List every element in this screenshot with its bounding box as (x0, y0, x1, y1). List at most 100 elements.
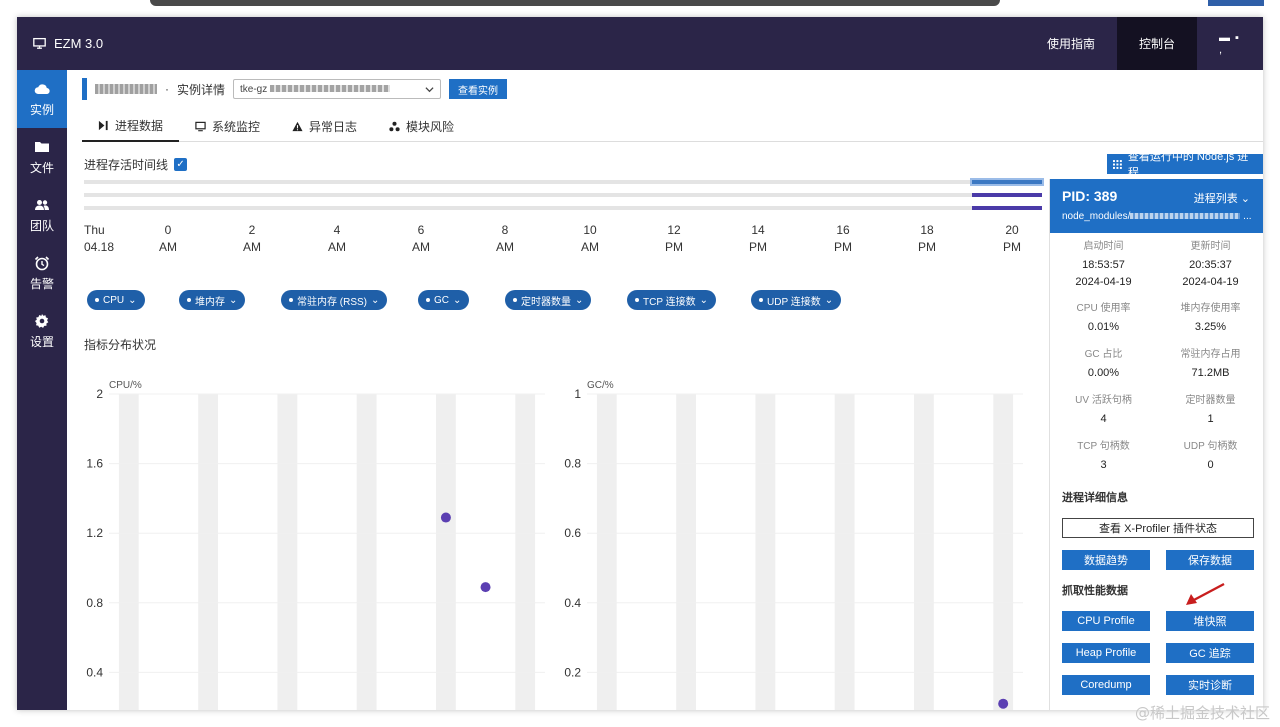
chart-band (993, 394, 1014, 710)
stat-value: 3.25% (1194, 321, 1227, 333)
detail-title: 进程详细信息 (1062, 492, 1128, 504)
tab-process-data[interactable]: 进程数据 (82, 110, 180, 142)
metric-pill-label: 常驻内存 (RSS) (297, 296, 367, 308)
timeline-tick-hour: 10 (583, 223, 597, 237)
timeline-tick: 16 PM (823, 222, 863, 256)
timeline-tick: 10 AM (570, 222, 610, 256)
timeline-tick-hour: 8 (501, 223, 509, 237)
stat-item: 更新时间 20:35:37 2024-04-19 (1157, 239, 1263, 290)
timeline-tick-period: AM (412, 240, 430, 254)
capture-title: 抓取性能数据 (1062, 585, 1128, 597)
brand[interactable]: EZM 3.0 (33, 17, 103, 70)
cpu-profile-button[interactable]: CPU Profile (1062, 611, 1150, 631)
metric-filter-pills: CPU ⌄ 堆内存 ⌄ 常驻内存 (RSS) ⌄ GC ⌄ 定时器数量 ⌄ TCP 连接数 ⌄ UDP … (67, 290, 1047, 312)
chart-band (198, 394, 218, 710)
sidebar-item-instance[interactable]: 实例 (17, 70, 67, 128)
metric-pill[interactable]: 常驻内存 (RSS) ⌄ (281, 290, 388, 310)
chart-y-tick-label: 1.6 (86, 457, 103, 471)
timeline-tick: 4 AM (317, 222, 357, 256)
timeline-tick: Thu 04.18 (84, 222, 124, 256)
metric-pill[interactable]: 堆内存 ⌄ (179, 290, 246, 310)
timeline-tick-period: PM (665, 240, 683, 254)
metric-pill[interactable]: CPU ⌄ (87, 290, 145, 310)
process-list-dropdown[interactable]: 进程列表 ⌄ (1194, 190, 1250, 206)
metric-pill-label: TCP 连接数 (643, 296, 696, 308)
sidebar-item-label: 设置 (29, 334, 54, 349)
instance-select[interactable]: tke-gz (233, 79, 441, 99)
stat-key: 启动时间 (1083, 241, 1124, 252)
timeline-tick: 6 AM (401, 222, 441, 256)
nav-console[interactable]: 控制台 (1116, 17, 1197, 70)
metric-pill[interactable]: UDP 连接数 ⌄ (751, 290, 842, 310)
chart-band (755, 394, 776, 710)
chart-y-tick-label: 2 (96, 387, 103, 401)
metric-pill[interactable]: GC ⌄ (418, 290, 470, 310)
chevron-down-icon: ⌄ (128, 294, 137, 306)
view-node-processes-button[interactable]: 查看运行中的 Node.js 进程 (1107, 151, 1263, 179)
stat-key: UDP 句柄数 (1183, 441, 1238, 452)
sidebar-item-team[interactable]: 团队 (17, 186, 67, 244)
heap-profile-button[interactable]: Heap Profile (1062, 643, 1150, 663)
timeline-process-bar[interactable] (970, 178, 1044, 186)
timeline-tick: 8 AM (485, 222, 525, 256)
save-data-button[interactable]: 保存数据 (1166, 550, 1254, 570)
process-panel-header: PID: 389 进程列表 ⌄ node_modules/ ... (1050, 179, 1263, 233)
sidebar-item-settings[interactable]: 设置 (17, 302, 67, 360)
chart-band (118, 394, 139, 710)
stat-value: 18:53:57 (1082, 259, 1125, 271)
main-content: · 实例详情 tke-gz 查看实例 进程数据 系统监控 异常日志 模块风险 进… (67, 70, 1263, 710)
sidebar-item-label: 团队 (29, 218, 54, 233)
gc-trace-button[interactable]: GC 追踪 (1166, 643, 1254, 663)
tab-module-risk[interactable]: 模块风险 (373, 110, 470, 142)
nav-guide[interactable]: 使用指南 (1025, 17, 1117, 70)
sidebar-item-label: 告警 (29, 276, 54, 291)
app-window: EZM 3.0 使用指南 控制台 ▬ ▪ , 实例 文件 团队 告警 设置 · … (17, 17, 1263, 710)
chart-y-tick-label: 0.8 (86, 596, 103, 610)
realtime-diagnosis-button[interactable]: 实时诊断 (1166, 675, 1254, 695)
tab-error-logs[interactable]: 异常日志 (276, 110, 373, 142)
stat-key: CPU 使用率 (1076, 303, 1131, 314)
coredump-button[interactable]: Coredump (1062, 675, 1150, 695)
page-title: 实例详情 (177, 82, 226, 97)
metric-pill-label: 定时器数量 (521, 296, 571, 308)
team-icon (35, 199, 49, 210)
stat-item: 常驻内存占用 71.2MB (1157, 347, 1263, 381)
data-trend-button[interactable]: 数据趋势 (1062, 550, 1150, 570)
process-path-text: node_modules/ (1062, 211, 1131, 222)
metric-pill[interactable]: 定时器数量 ⌄ (505, 290, 592, 310)
stat-value: 0 (1207, 459, 1214, 471)
chart-svg: 1 0.8 0.6 0.4 0.2 GC/% (564, 380, 1023, 710)
stat-value: 4 (1100, 413, 1107, 425)
distribution-title: 指标分布状况 (84, 338, 157, 352)
timeline-tick-period: AM (328, 240, 346, 254)
chart-band (914, 394, 934, 710)
lifeline-title: 进程存活时间线 (84, 158, 169, 172)
timeline-process-bar[interactable] (972, 193, 1042, 197)
heap-snapshot-button[interactable]: 堆快照 (1166, 611, 1254, 631)
chart-point[interactable] (998, 698, 1009, 709)
user-menu[interactable]: ▬ ▪ , (1197, 17, 1263, 70)
stat-key: 常驻内存占用 (1180, 349, 1241, 360)
stat-value-date: 2024-04-19 (1075, 276, 1132, 288)
stat-item: UV 活跃句柄 4 (1050, 393, 1157, 427)
metric-pill-label: 堆内存 (195, 296, 225, 308)
timeline-process-bar[interactable] (972, 206, 1042, 210)
sidebar-item-alarm[interactable]: 告警 (17, 244, 67, 302)
chart-point[interactable] (440, 512, 451, 523)
header-nav: 使用指南 控制台 ▬ ▪ , (1025, 17, 1263, 70)
lifeline-checkbox[interactable]: ✓ (174, 158, 188, 171)
xprofiler-status-button[interactable]: 查看 X-Profiler 插件状态 (1062, 518, 1254, 538)
sidebar-item-files[interactable]: 文件 (17, 128, 67, 186)
view-instance-button[interactable]: 查看实例 (449, 79, 507, 99)
annotation-arrow-icon (1186, 582, 1225, 605)
timeline-tick: 20 PM (992, 222, 1032, 256)
metric-pill[interactable]: TCP 连接数 ⌄ (627, 290, 716, 310)
timeline-tick: 18 PM (907, 222, 947, 256)
process-list-label: 进程列表 (1193, 193, 1238, 205)
stat-key: UV 活跃句柄 (1075, 395, 1132, 406)
sidebar-item-label: 实例 (29, 102, 54, 117)
pill-dot-icon (289, 298, 293, 302)
tab-system-monitor[interactable]: 系统监控 (179, 110, 276, 142)
chart-point[interactable] (480, 582, 491, 593)
chevron-down-icon: ⌄ (1240, 193, 1250, 205)
